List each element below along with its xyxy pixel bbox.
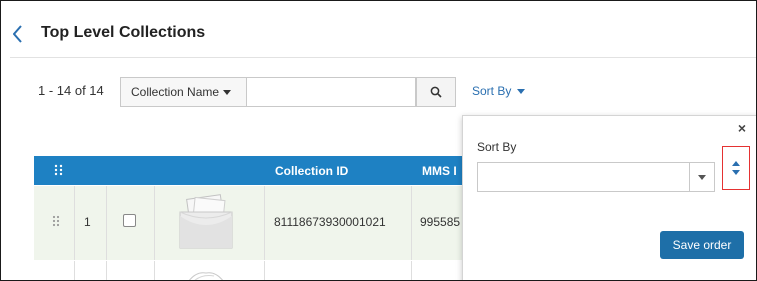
save-order-button[interactable]: Save order (660, 231, 744, 259)
page-title: Top Level Collections (41, 24, 206, 41)
grid-dots-icon[interactable] (54, 164, 63, 176)
collection-id-cell: 81118673930001021 (274, 215, 386, 229)
sort-by-label: Sort By (472, 84, 512, 98)
cell-divider (154, 186, 155, 260)
row-checkbox[interactable] (123, 214, 136, 227)
collection-thumbnail-icon[interactable] (184, 269, 228, 281)
cell-divider (74, 261, 75, 280)
caret-down-icon (698, 174, 706, 180)
table-header: Collection ID MMS I (34, 156, 464, 185)
cell-divider (154, 261, 155, 280)
header-divider (10, 57, 756, 58)
select-arrow[interactable] (689, 163, 714, 191)
cell-divider (411, 186, 412, 260)
column-header-mms-id[interactable]: MMS I (422, 164, 457, 178)
column-header-collection-id[interactable]: Collection ID (275, 164, 348, 178)
mms-id-cell: 995585 (420, 215, 461, 229)
table-row[interactable] (34, 261, 464, 281)
back-button[interactable] (10, 22, 26, 46)
cell-divider (264, 261, 265, 280)
search-input[interactable] (246, 77, 416, 107)
collection-thumbnail-icon[interactable] (174, 194, 238, 252)
caret-down-icon (223, 89, 232, 95)
cell-divider (106, 261, 107, 280)
caret-down-icon (517, 88, 526, 94)
search-button[interactable] (416, 77, 456, 107)
sort-by-dropdown[interactable]: Sort By (472, 84, 526, 98)
drag-handle-icon[interactable] (52, 215, 60, 227)
app-frame: Top Level Collections 1 - 14 of 14 Colle… (0, 0, 757, 281)
cell-divider (411, 261, 412, 280)
chevron-left-icon (13, 25, 22, 43)
sort-by-select[interactable] (477, 162, 715, 192)
cell-divider (264, 186, 265, 260)
cell-divider (74, 186, 75, 260)
table-row[interactable]: 1 81118673930001021 995585 (34, 186, 464, 260)
sort-by-popup: × Sort By Save order (462, 115, 756, 280)
results-count: 1 - 14 of 14 (38, 83, 104, 98)
sort-order-toggle[interactable] (722, 146, 750, 190)
search-icon (430, 86, 442, 98)
sort-order-icon (732, 161, 740, 175)
sort-by-popup-label: Sort By (477, 140, 517, 154)
cell-divider (106, 186, 107, 260)
search-field-label: Collection Name (131, 85, 220, 99)
close-icon[interactable]: × (738, 120, 746, 136)
row-number: 1 (84, 215, 91, 229)
search-field-selector[interactable]: Collection Name (120, 77, 246, 107)
